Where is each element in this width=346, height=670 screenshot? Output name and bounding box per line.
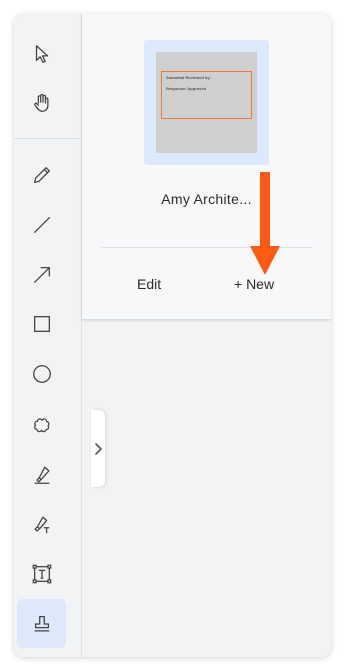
panel-collapse-tab[interactable] xyxy=(91,410,105,487)
stamp-preview-frame: Submittal Reviewed by: Response: Approve… xyxy=(161,71,252,119)
arrow-tool-button[interactable] xyxy=(17,250,66,299)
line-icon xyxy=(33,216,50,233)
text-highlighter-tool-button[interactable] xyxy=(17,500,66,549)
text-highlighter-icon xyxy=(33,516,49,533)
cloud-tool-button[interactable] xyxy=(17,400,66,449)
edit-stamp-button[interactable]: Edit xyxy=(137,276,161,292)
stamp-thumbnail-card[interactable]: Submittal Reviewed by: Response: Approve… xyxy=(144,40,269,165)
stamp-icon xyxy=(34,615,49,632)
stamp-preview-line2: Response: Approved xyxy=(166,86,207,91)
text-box-tool-button[interactable] xyxy=(17,549,66,598)
stamp-panel: Submittal Reviewed by: Response: Approve… xyxy=(82,14,331,320)
markup-toolbar xyxy=(14,14,82,657)
panel-divider xyxy=(101,247,312,248)
line-tool-button[interactable] xyxy=(17,200,66,249)
stamp-preview-line1: Submittal Reviewed by: xyxy=(166,75,211,80)
cloud-icon xyxy=(33,417,49,432)
hand-icon xyxy=(33,93,49,112)
cursor-arrow-icon xyxy=(35,44,48,63)
markup-window: Submittal Reviewed by: Response: Approve… xyxy=(14,14,331,657)
stamp-tool-button[interactable] xyxy=(17,599,66,648)
highlighter-icon xyxy=(34,466,50,484)
stamp-name-label: Amy Archite... xyxy=(161,191,252,207)
chevron-right-icon xyxy=(95,442,102,455)
circle-icon xyxy=(32,364,51,383)
text-box-icon xyxy=(32,564,51,583)
highlighter-tool-button[interactable] xyxy=(17,450,66,499)
ellipse-tool-button[interactable] xyxy=(17,349,66,398)
select-tool-button[interactable] xyxy=(17,29,66,78)
rectangle-icon xyxy=(33,315,50,332)
new-stamp-button[interactable]: + New xyxy=(234,276,274,292)
pan-tool-button[interactable] xyxy=(17,78,66,127)
pencil-icon xyxy=(33,166,50,183)
callout-arrow-icon xyxy=(250,172,280,275)
rectangle-tool-button[interactable] xyxy=(17,299,66,348)
arrow-icon xyxy=(33,266,50,283)
toolbar-divider xyxy=(14,138,81,139)
pen-tool-button[interactable] xyxy=(17,150,66,199)
stamp-preview-image: Submittal Reviewed by: Response: Approve… xyxy=(156,52,257,153)
